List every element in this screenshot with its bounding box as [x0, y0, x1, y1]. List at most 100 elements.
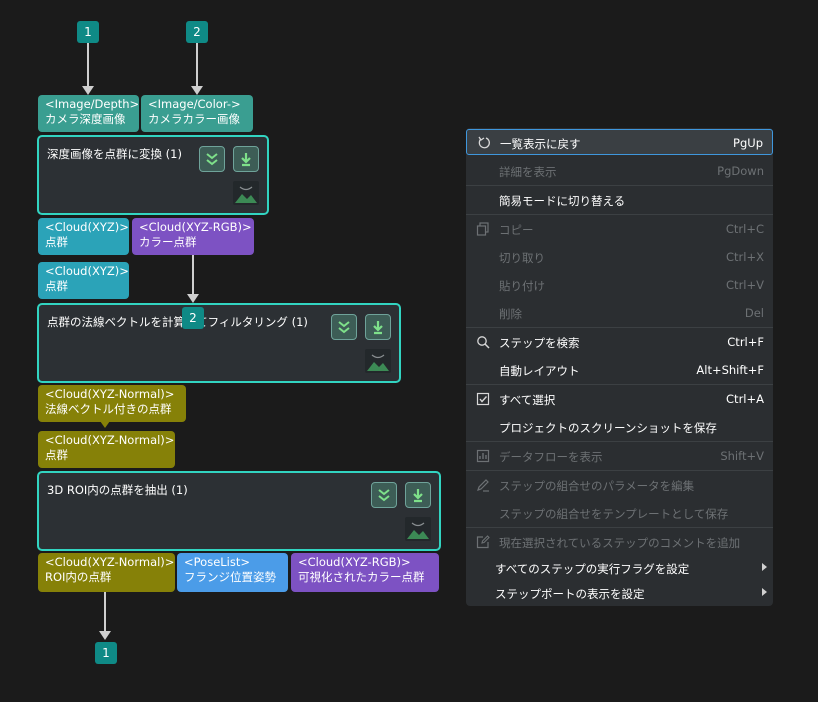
menu-shortcut: Shift+V — [720, 449, 764, 463]
menu-label: 切り取り — [499, 251, 545, 265]
menu-item-restore-list[interactable]: 一覧表示に戻す PgUp — [466, 129, 773, 155]
port-image-color[interactable]: <Image/Color-> カメラカラー画像 — [141, 95, 253, 132]
port-name: ROI内の点群 — [45, 570, 112, 584]
port-type: <Cloud(XYZ-Normal)> — [45, 433, 175, 447]
port-cloud-rgb-out[interactable]: <Cloud(XYZ-RGB)> カラー点群 — [132, 218, 254, 255]
chevron-right-icon — [762, 563, 767, 571]
visualize-icon[interactable] — [365, 349, 391, 373]
port-type: <Cloud(XYZ-RGB)> — [298, 555, 411, 569]
port-vis-cloud-out[interactable]: <Cloud(XYZ-RGB)> 可視化されたカラー点群 — [291, 553, 439, 592]
output-badge-1[interactable]: 1 — [95, 642, 117, 664]
connector-line — [196, 43, 198, 87]
port-poselist-out[interactable]: <PoseList> フランジ位置姿勢 — [177, 553, 288, 592]
menu-label: ステップポートの表示を設定 — [495, 587, 645, 601]
port-type: <Cloud(XYZ)> — [45, 220, 129, 234]
visualize-icon[interactable] — [405, 517, 431, 541]
menu-label: 現在選択されているステップのコメントを追加 — [499, 536, 741, 550]
port-type: <Cloud(XYZ-RGB)> — [139, 220, 252, 234]
connector-line — [192, 255, 194, 295]
collapse-button[interactable] — [199, 146, 225, 172]
menu-label: 貼り付け — [499, 279, 545, 293]
download-icon — [241, 153, 251, 167]
menu-shortcut: PgUp — [733, 136, 763, 150]
menu-item-save-screenshot[interactable]: プロジェクトのスクリーンショットを保存 — [466, 414, 773, 440]
download-button[interactable] — [365, 314, 391, 340]
port-type: <PoseList> — [184, 555, 251, 569]
menu-divider — [466, 441, 773, 442]
port-cloud-normal-in[interactable]: <Cloud(XYZ-Normal)> 点群 — [38, 431, 175, 468]
chevron-down-icon — [378, 489, 390, 502]
collapse-button[interactable] — [331, 314, 357, 340]
menu-shortcut: Alt+Shift+F — [696, 363, 764, 377]
menu-label: ステップを検索 — [499, 336, 580, 350]
chevron-down-icon — [338, 321, 350, 334]
menu-divider — [466, 384, 773, 385]
menu-item-save-template[interactable]: ステップの組合せをテンプレートとして保存 — [466, 500, 773, 526]
edit-icon — [477, 479, 489, 492]
port-name: 可視化されたカラー点群 — [298, 570, 425, 584]
menu-item-show-dataflow[interactable]: データフローを表示 Shift+V — [466, 443, 773, 469]
menu-label: すべてのステップの実行フラグを設定 — [495, 562, 690, 576]
port-cloud-xyz-out[interactable]: <Cloud(XYZ)> 点群 — [38, 218, 129, 255]
menu-divider — [466, 185, 773, 186]
menu-item-paste[interactable]: 貼り付け Ctrl+V — [466, 272, 773, 298]
download-icon — [413, 489, 423, 503]
menu-item-copy[interactable]: コピー Ctrl+C — [466, 216, 773, 242]
download-button[interactable] — [405, 482, 431, 508]
menu-label: 簡易モードに切り替える — [499, 194, 626, 208]
connector-line — [87, 43, 89, 87]
menu-item-simple-mode[interactable]: 簡易モードに切り替える — [466, 187, 773, 213]
port-name: カラー点群 — [139, 235, 197, 249]
menu-divider — [466, 527, 773, 528]
arrow-down-icon — [82, 86, 94, 95]
step-title: 点群の法線ベクトルを計算してフィルタリング (1) — [47, 315, 308, 329]
port-cloud-xyz-in[interactable]: <Cloud(XYZ)> 点群 — [38, 262, 129, 299]
port-type: <Image/Color-> — [148, 97, 241, 111]
port-name: 法線ベクトル付きの点群 — [45, 402, 172, 416]
menu-label: コピー — [499, 223, 534, 237]
chart-icon — [476, 449, 490, 463]
port-name: カメラ深度画像 — [45, 112, 126, 126]
port-badge-2[interactable]: 2 — [182, 307, 204, 329]
menu-shortcut: Ctrl+F — [727, 335, 764, 349]
step-title: 深度画像を点群に変換 (1) — [47, 147, 182, 161]
port-name: 点群 — [45, 279, 68, 293]
step-normal-filter[interactable]: 点群の法線ベクトルを計算してフィルタリング (1) — [37, 303, 401, 383]
port-roi-cloud-out[interactable]: <Cloud(XYZ-Normal)> ROI内の点群 — [38, 553, 175, 592]
menu-item-cut[interactable]: 切り取り Ctrl+X — [466, 244, 773, 270]
menu-label: ステップの組合せをテンプレートとして保存 — [499, 507, 729, 521]
chevron-right-icon — [762, 588, 767, 596]
menu-item-add-comment[interactable]: 現在選択されているステップのコメントを追加 — [466, 529, 773, 555]
visualize-icon[interactable] — [233, 181, 259, 205]
collapse-button[interactable] — [371, 482, 397, 508]
menu-item-show-detail[interactable]: 詳細を表示 PgDown — [466, 158, 773, 184]
port-image-depth[interactable]: <Image/Depth> カメラ深度画像 — [38, 95, 139, 132]
port-cloud-normal-out[interactable]: <Cloud(XYZ-Normal)> 法線ベクトル付きの点群 — [38, 385, 186, 422]
input-badge-2[interactable]: 2 — [186, 21, 208, 43]
menu-label: すべて選択 — [499, 393, 556, 407]
menu-label: 一覧表示に戻す — [500, 137, 581, 151]
menu-item-run-flags[interactable]: すべてのステップの実行フラグを設定 — [466, 555, 773, 581]
menu-item-search-step[interactable]: ステップを検索 Ctrl+F — [466, 329, 773, 355]
step-depth-to-cloud[interactable]: 深度画像を点群に変換 (1) — [37, 135, 269, 215]
arrow-down-icon — [99, 631, 111, 640]
port-name: カメラカラー画像 — [148, 112, 240, 126]
menu-item-edit-combo-params[interactable]: ステップの組合せのパラメータを編集 — [466, 472, 773, 498]
menu-item-delete[interactable]: 削除 Del — [466, 300, 773, 326]
menu-item-auto-layout[interactable]: 自動レイアウト Alt+Shift+F — [466, 357, 773, 383]
menu-item-port-display[interactable]: ステップポートの表示を設定 — [466, 580, 773, 606]
step-roi-extract[interactable]: 3D ROI内の点群を抽出 (1) — [37, 471, 441, 551]
menu-label: 自動レイアウト — [499, 364, 580, 378]
menu-label: 削除 — [499, 307, 522, 321]
chevron-down-icon — [206, 153, 218, 166]
port-pointer — [100, 421, 110, 428]
port-type: <Image/Depth> — [45, 97, 139, 111]
input-badge-1[interactable]: 1 — [77, 21, 99, 43]
menu-shortcut: Ctrl+V — [726, 278, 764, 292]
menu-item-select-all[interactable]: すべて選択 Ctrl+A — [466, 386, 773, 412]
port-name: 点群 — [45, 235, 68, 249]
search-icon — [477, 336, 490, 349]
select-all-icon — [476, 392, 490, 406]
menu-divider — [466, 470, 773, 471]
download-button[interactable] — [233, 146, 259, 172]
